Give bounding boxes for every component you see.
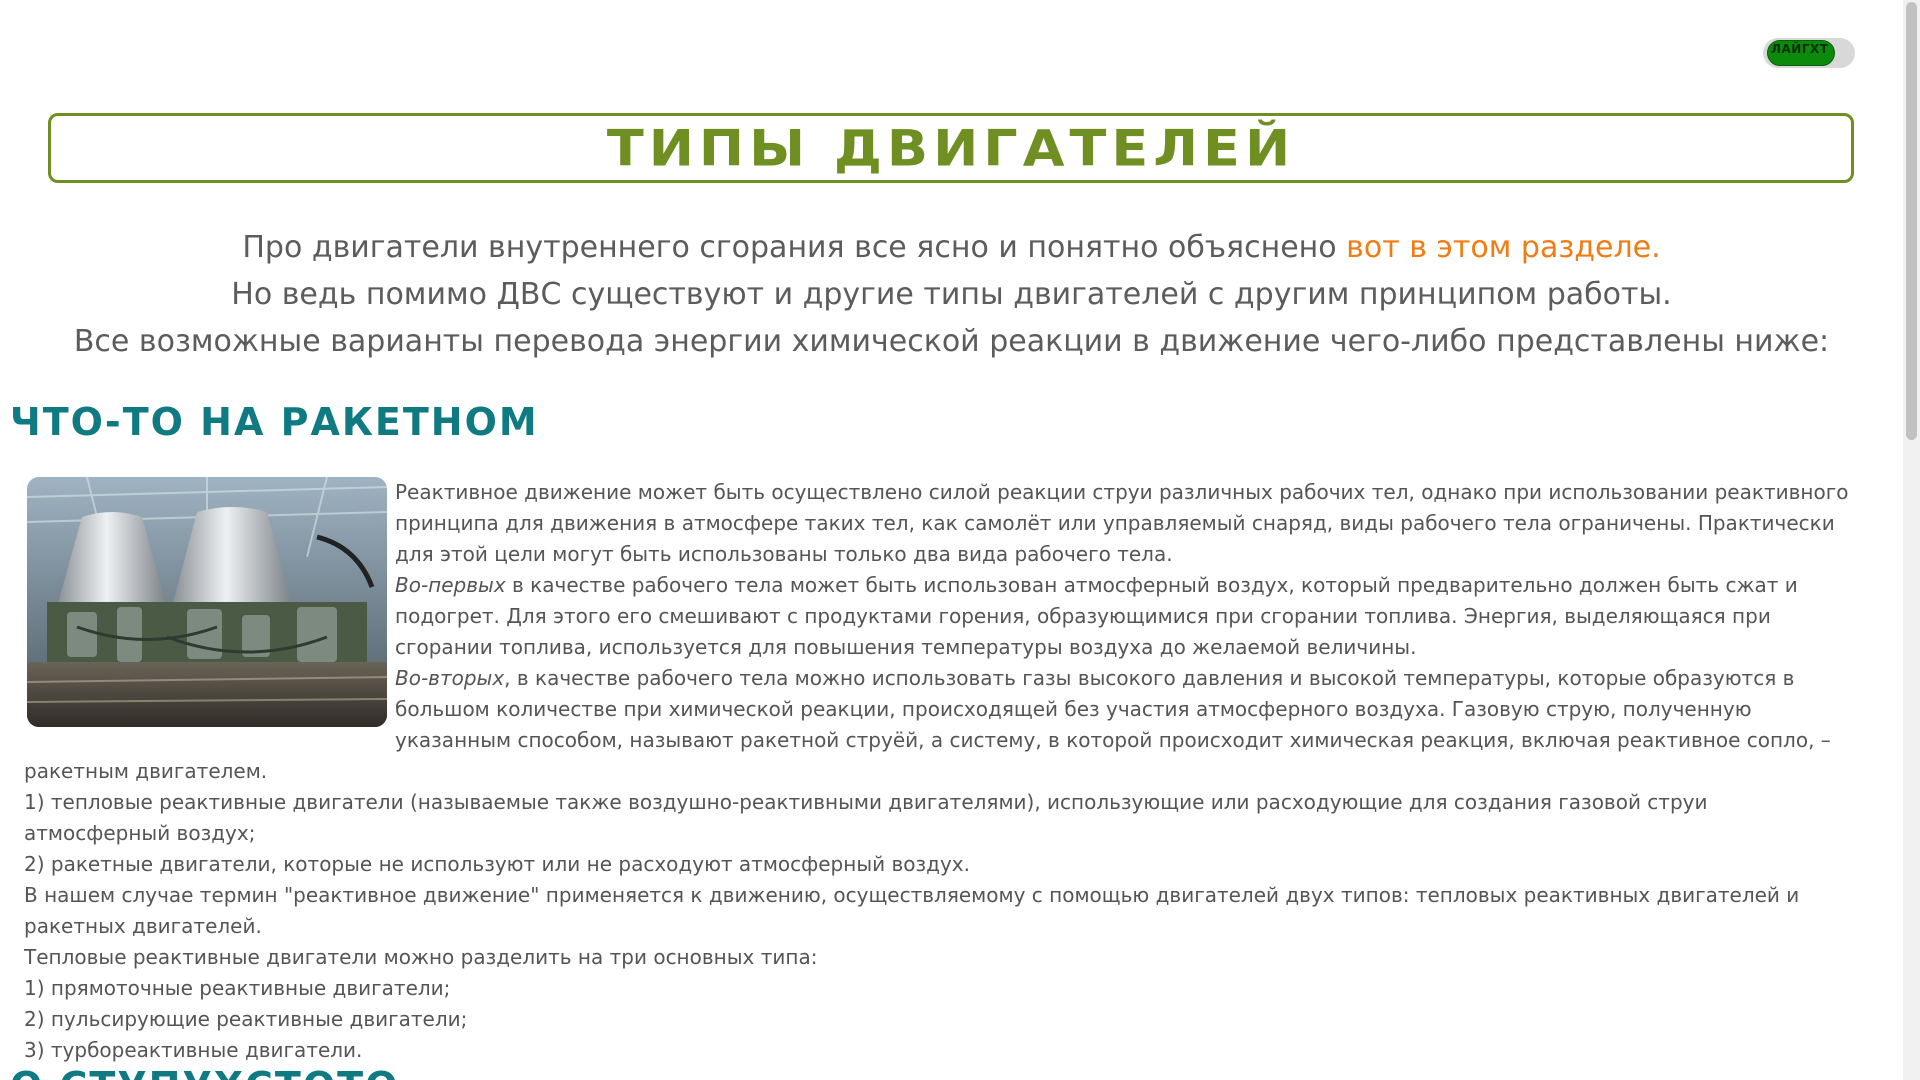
intro-line-3: Все возможные варианты перевода энергии … [73,324,1830,359]
article-paragraph-6: В нашем случае термин "реактивное движен… [24,883,1800,938]
article-paragraph-7: Тепловые реактивные двигатели можно разд… [24,945,818,969]
intro-line-1: Про двигатели внутреннего сгорания все я… [0,224,1903,271]
scrollbar-thumb[interactable] [1906,2,1917,440]
theme-toggle-label: ЛАЙГХТ [1771,42,1829,56]
article-paragraph-3-emphasis: Во-вторых [395,666,505,690]
page-title-box: ТИПЫ ДВИГАТЕЛЕЙ [48,113,1854,183]
page: ЛАЙГХТ ТИПЫ ДВИГАТЕЛЕЙ Про двигатели вну… [0,0,1903,1080]
article-paragraph-10: 3) турбореактивные двигатели. [24,1038,363,1062]
article-paragraph-8: 1) прямоточные реактивные двигатели; [24,976,451,1000]
intro-line-2: Но ведь помимо ДВС существуют и другие т… [231,277,1672,312]
article-paragraph-9: 2) пульсирующие реактивные двигатели; [24,1007,468,1031]
rocket-engine-image [27,477,387,727]
article-paragraph-5: 2) ракетные двигатели, которые не исполь… [24,852,970,876]
intro-text: Про двигатели внутреннего сгорания все я… [0,224,1903,365]
vertical-scrollbar[interactable] [1903,0,1920,1080]
section-heading-next: О СТУПУХСТОТО [10,1064,399,1080]
ice-section-link[interactable]: вот в этом разделе. [1346,230,1660,265]
theme-toggle[interactable]: ЛАЙГХТ [1763,38,1855,68]
article-paragraph-4: 1) тепловые реактивные двигатели (называ… [24,790,1708,845]
article-paragraph-2-text: в качестве рабочего тела может быть испо… [395,573,1798,659]
rocket-article: Реактивное движение может быть осуществл… [24,477,1860,1066]
section-heading-rocket: ЧТО-ТО НА РАКЕТНОМ [10,400,539,444]
intro-line-1-text: Про двигатели внутреннего сгорания все я… [242,230,1347,265]
page-title: ТИПЫ ДВИГАТЕЛЕЙ [606,119,1296,177]
article-paragraph-2-emphasis: Во-первых [395,573,506,597]
